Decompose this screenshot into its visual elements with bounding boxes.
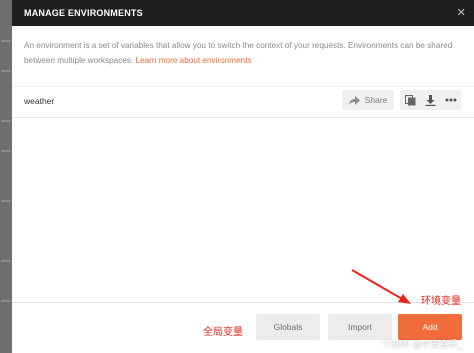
modal-header: MANAGE ENVIRONMENTS ✕ bbox=[12, 0, 474, 26]
globals-button[interactable]: Globals bbox=[256, 314, 320, 340]
more-icon[interactable] bbox=[445, 98, 457, 102]
import-button[interactable]: Import bbox=[328, 314, 392, 340]
modal-title: MANAGE ENVIRONMENTS bbox=[24, 8, 143, 18]
environment-variables-annotation: 环境变量 bbox=[421, 296, 461, 307]
share-button[interactable]: Share bbox=[342, 90, 394, 110]
manage-environments-modal: MANAGE ENVIRONMENTS ✕ An environment is … bbox=[12, 0, 474, 353]
learn-more-link[interactable]: Learn more about environments bbox=[136, 56, 252, 65]
download-icon[interactable] bbox=[425, 94, 436, 106]
environment-name[interactable]: weather bbox=[24, 96, 54, 106]
environment-actions bbox=[400, 90, 461, 110]
environment-row[interactable]: weather Share bbox=[12, 86, 474, 118]
watermark: CSDN @平安喜乐_ bbox=[384, 340, 463, 350]
global-variables-annotation: 全局变量 bbox=[203, 327, 243, 338]
intro-text: An environment is a set of variables tha… bbox=[24, 38, 460, 68]
share-label: Share bbox=[364, 95, 388, 105]
close-icon[interactable]: ✕ bbox=[457, 0, 466, 26]
duplicate-icon[interactable] bbox=[404, 94, 416, 106]
share-arrow-icon bbox=[348, 95, 360, 105]
